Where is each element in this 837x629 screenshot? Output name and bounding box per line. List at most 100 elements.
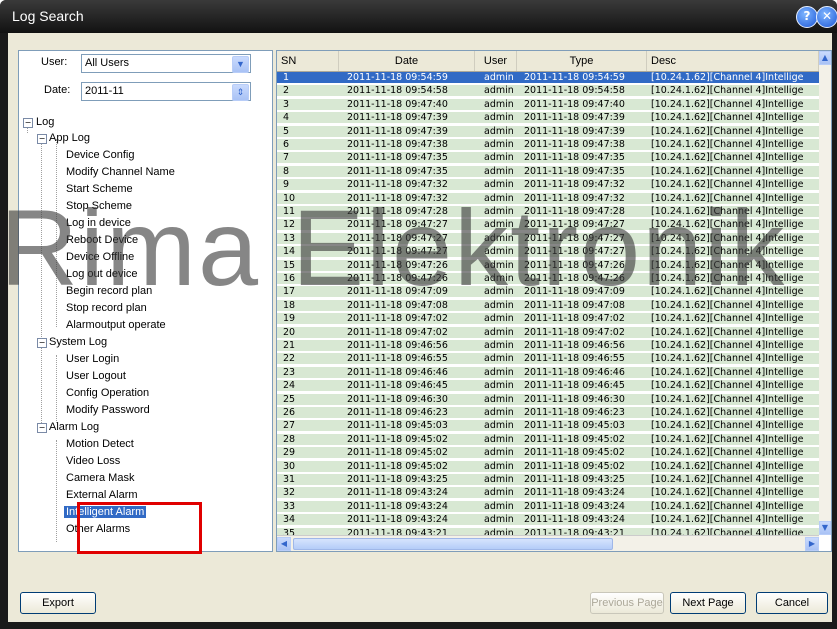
tree-item[interactable]: User Login [66, 353, 119, 365]
table-row[interactable]: 26 2011-11-18 09:46:23 admin 2011-11-18 09:… [277, 407, 819, 418]
tree-item[interactable]: Motion Detect [66, 438, 134, 450]
table-cell: admin [484, 85, 514, 97]
table-cell: admin [484, 353, 514, 365]
table-cell: 2011-11-18 09:54:59 [524, 72, 625, 83]
table-row[interactable]: 7 2011-11-18 09:47:35 admin 2011-11-18 09:4… [277, 152, 819, 164]
table-cell: 2011-11-18 09:46:56 [347, 340, 448, 351]
tree-item[interactable]: Device Config [66, 149, 134, 161]
table-cell: admin [484, 460, 514, 472]
table-cell: admin [484, 474, 514, 485]
table-cell: 2011-11-18 09:47:38 [347, 139, 448, 150]
table-row[interactable]: 19 2011-11-18 09:47:02 admin 2011-11-18 09:… [277, 313, 819, 325]
table-row[interactable]: 5 2011-11-18 09:47:39 admin 2011-11-18 09:4… [277, 125, 819, 137]
cancel-button[interactable]: Cancel [756, 592, 828, 614]
table-row[interactable]: 22 2011-11-18 09:46:55 admin 2011-11-18 09:… [277, 353, 819, 365]
date-label: Date: [44, 84, 71, 96]
table-row[interactable]: 3 2011-11-18 09:47:40 admin 2011-11-18 09:4… [277, 98, 819, 110]
window-title: Log Search [12, 8, 84, 24]
tree-item[interactable]: Alarmoutput operate [66, 319, 166, 331]
table-cell: 2011-11-18 09:47:39 [347, 125, 448, 137]
close-icon[interactable]: ✕ [816, 6, 837, 28]
table-cell: 2011-11-18 09:43:24 [524, 514, 625, 526]
table-row[interactable]: 1 2011-11-18 09:54:59 admin 2011-11-18 09:5… [277, 72, 819, 83]
table-cell: [10.24.1.62][Channel 4]Intellige [651, 460, 804, 472]
col-user[interactable]: User [475, 51, 517, 71]
table-row[interactable]: 4 2011-11-18 09:47:39 admin 2011-11-18 09:4… [277, 112, 819, 124]
tree-root-log[interactable]: Log [36, 116, 54, 128]
table-cell: 23 [283, 366, 296, 378]
collapse-icon[interactable]: − [37, 134, 47, 144]
table-cell: 1 [283, 72, 290, 83]
table-cell: admin [484, 514, 514, 526]
table-cell: 2011-11-18 09:45:02 [347, 460, 448, 472]
table-row[interactable]: 2 2011-11-18 09:54:58 admin 2011-11-18 09:5… [277, 85, 819, 97]
spin-icon[interactable]: ⇕ [232, 84, 249, 101]
table-cell: 2011-11-18 09:47:40 [347, 98, 448, 110]
date-field[interactable]: 2011-11 ⇕ [81, 82, 251, 101]
chevron-down-icon[interactable]: ▼ [232, 56, 249, 73]
table-cell: 2011-11-18 09:47:39 [347, 112, 448, 124]
table-row[interactable]: 21 2011-11-18 09:46:56 admin 2011-11-18 09:… [277, 340, 819, 351]
tree-alarm-log[interactable]: Alarm Log [49, 421, 99, 433]
table-header: SN Date User Type Desc [277, 51, 819, 72]
table-row[interactable]: 28 2011-11-18 09:45:02 admin 2011-11-18 09:… [277, 433, 819, 445]
table-cell: admin [484, 98, 514, 110]
table-row[interactable]: 27 2011-11-18 09:45:03 admin 2011-11-18 09:… [277, 420, 819, 432]
tree-item[interactable]: Camera Mask [66, 472, 134, 484]
table-cell: 19 [283, 313, 296, 325]
table-cell: [10.24.1.62][Channel 4]Intellige [651, 353, 804, 365]
previous-page-button[interactable]: Previous Page [590, 592, 664, 614]
export-button[interactable]: Export [20, 592, 96, 614]
watermark: Rima Elektronik [0, 187, 787, 308]
next-page-button[interactable]: Next Page [670, 592, 746, 614]
collapse-icon[interactable]: − [37, 338, 47, 348]
scroll-thumb[interactable] [293, 538, 613, 550]
table-cell: 2011-11-18 09:46:46 [347, 366, 448, 378]
col-sn[interactable]: SN [277, 51, 339, 71]
user-select[interactable]: All Users ▼ [81, 54, 251, 73]
table-cell: 22 [283, 353, 296, 365]
table-row[interactable]: 6 2011-11-18 09:47:38 admin 2011-11-18 09:4… [277, 139, 819, 150]
table-cell: [10.24.1.62][Channel 4]Intellige [651, 393, 804, 405]
table-row[interactable]: 33 2011-11-18 09:43:24 admin 2011-11-18 09:… [277, 500, 819, 512]
tree-item[interactable]: Video Loss [66, 455, 120, 467]
collapse-icon[interactable]: − [23, 118, 33, 128]
table-cell: admin [484, 165, 514, 177]
table-row[interactable]: 30 2011-11-18 09:45:02 admin 2011-11-18 09:… [277, 460, 819, 472]
table-cell: 2011-11-18 09:46:23 [347, 407, 448, 418]
tree-item[interactable]: Modify Channel Name [66, 166, 175, 178]
table-row[interactable]: 29 2011-11-18 09:45:02 admin 2011-11-18 09:… [277, 447, 819, 459]
table-cell: 2011-11-18 09:43:24 [347, 514, 448, 526]
table-row[interactable]: 20 2011-11-18 09:47:02 admin 2011-11-18 09:… [277, 326, 819, 338]
help-icon[interactable]: ? [796, 6, 818, 28]
table-row[interactable]: 24 2011-11-18 09:46:45 admin 2011-11-18 09:… [277, 380, 819, 392]
table-row[interactable]: 23 2011-11-18 09:46:46 admin 2011-11-18 09:… [277, 366, 819, 378]
col-type[interactable]: Type [517, 51, 647, 71]
tree-item[interactable]: User Logout [66, 370, 126, 382]
scroll-up-icon[interactable]: ▲ [819, 51, 831, 65]
tree-item[interactable]: External Alarm [66, 489, 138, 501]
table-row[interactable]: 8 2011-11-18 09:47:35 admin 2011-11-18 09:4… [277, 165, 819, 177]
table-row[interactable]: 31 2011-11-18 09:43:25 admin 2011-11-18 09:… [277, 474, 819, 485]
table-cell: 2011-11-18 09:47:35 [347, 152, 448, 164]
table-cell: 2011-11-18 09:46:30 [347, 393, 448, 405]
scroll-down-icon[interactable]: ▼ [819, 521, 831, 535]
col-desc[interactable]: Desc [647, 51, 819, 71]
table-row[interactable]: 32 2011-11-18 09:43:24 admin 2011-11-18 09:… [277, 487, 819, 499]
table-cell: 2011-11-18 09:45:02 [347, 447, 448, 459]
tree-item[interactable]: Modify Password [66, 404, 150, 416]
table-cell: 2011-11-18 09:45:03 [524, 420, 625, 432]
horizontal-scrollbar[interactable]: ◀ ▶ [277, 535, 819, 551]
table-cell: [10.24.1.62][Channel 4]Intellige [651, 366, 804, 378]
scroll-right-icon[interactable]: ▶ [805, 537, 819, 551]
tree-item[interactable]: Config Operation [66, 387, 149, 399]
table-row[interactable]: 25 2011-11-18 09:46:30 admin 2011-11-18 09:… [277, 393, 819, 405]
col-date[interactable]: Date [339, 51, 475, 71]
collapse-icon[interactable]: − [37, 423, 47, 433]
tree-app-log[interactable]: App Log [49, 132, 90, 144]
table-cell: [10.24.1.62][Channel 4]Intellige [651, 85, 804, 97]
scroll-left-icon[interactable]: ◀ [277, 537, 291, 551]
date-field-value: 2011-11 [85, 85, 124, 97]
tree-system-log[interactable]: System Log [49, 336, 107, 348]
table-row[interactable]: 34 2011-11-18 09:43:24 admin 2011-11-18 09:… [277, 514, 819, 526]
